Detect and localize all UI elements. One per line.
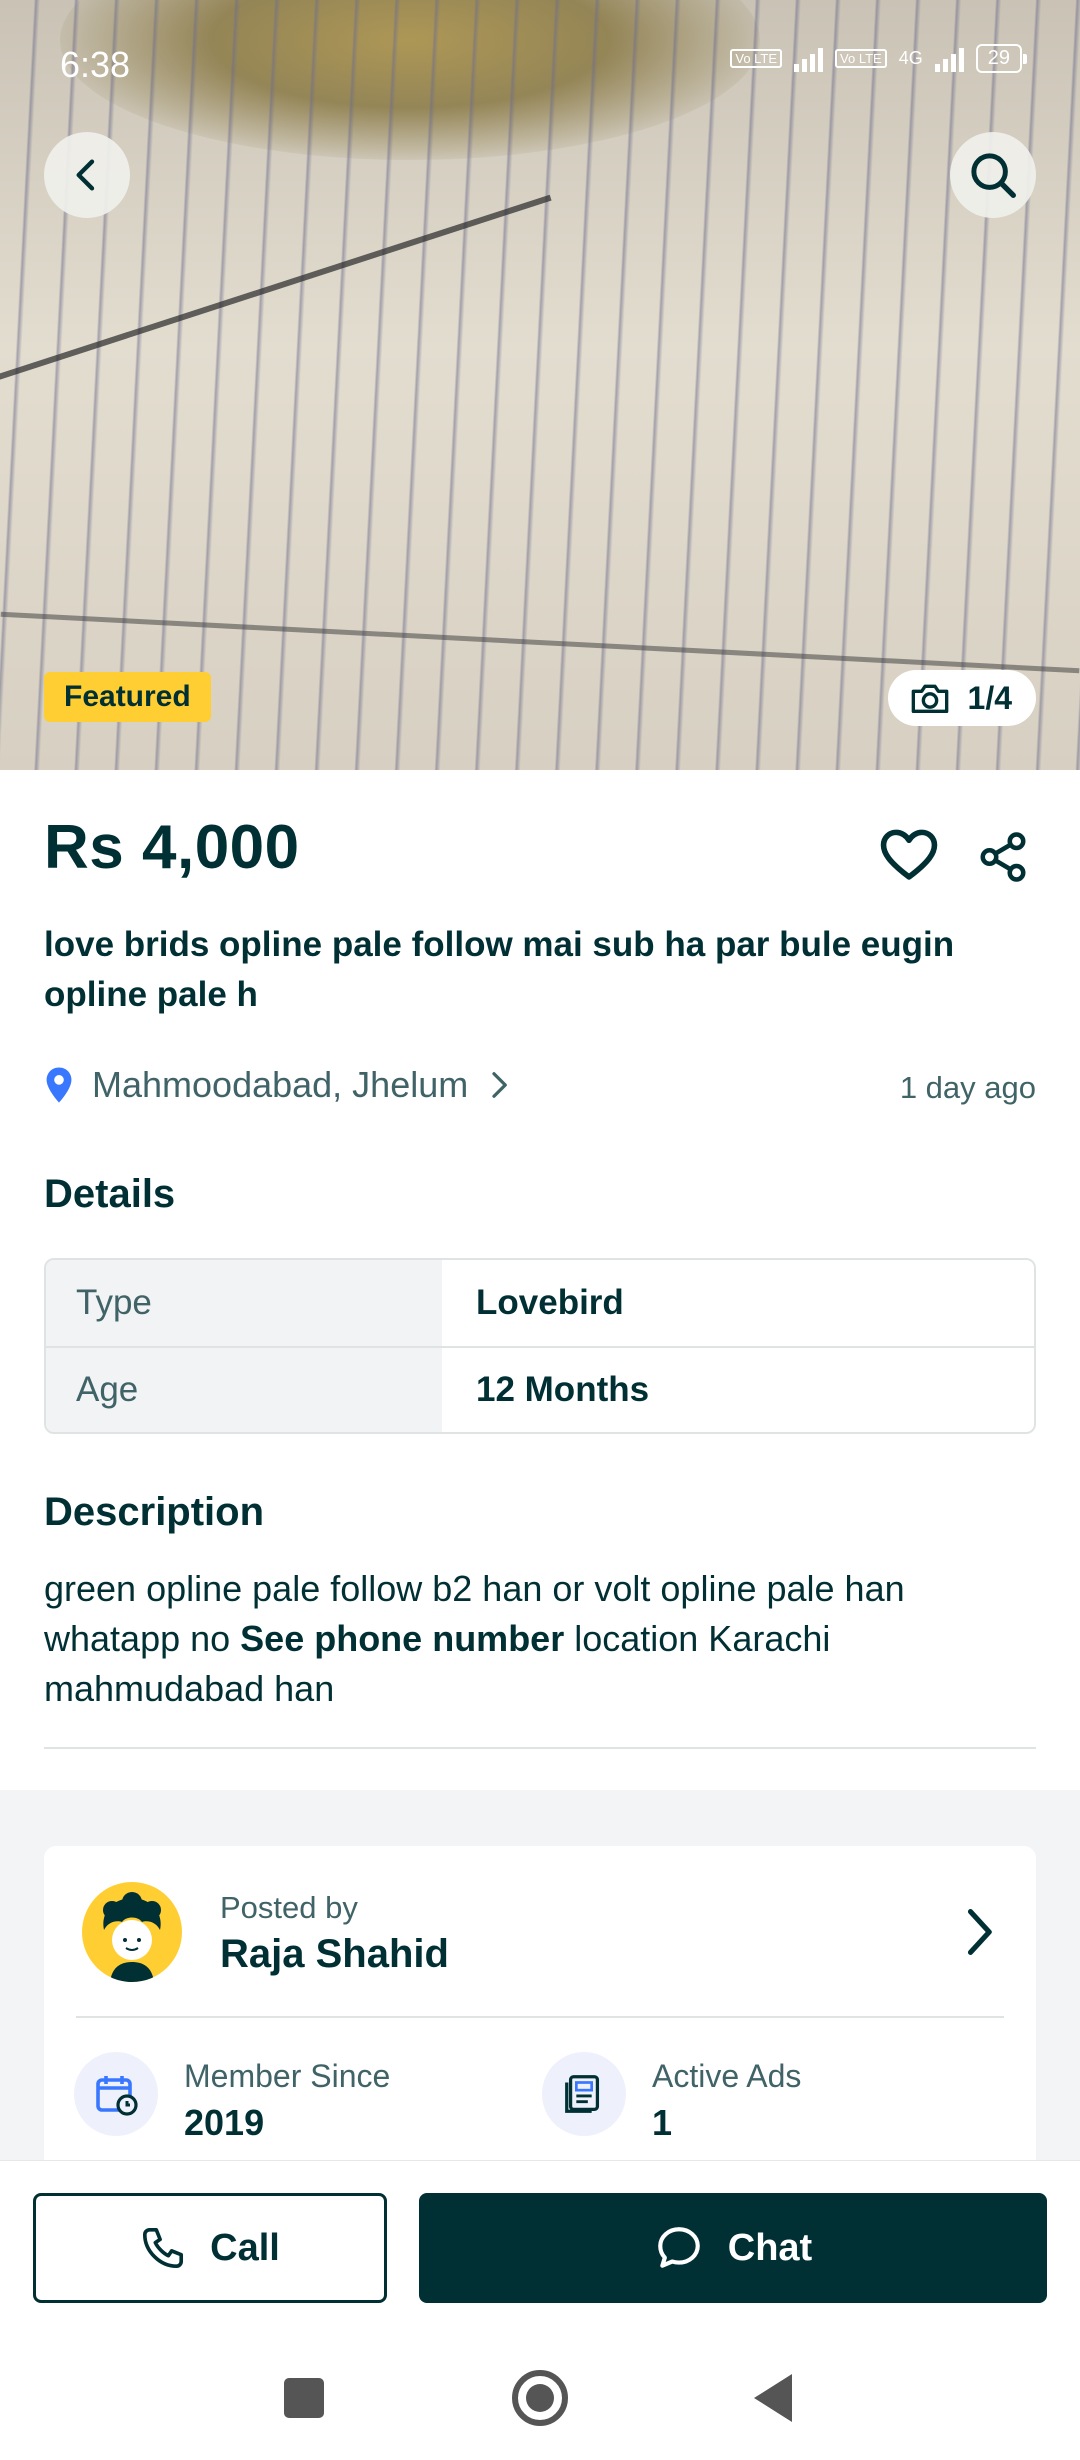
description-heading: Description	[44, 1490, 265, 1534]
network-type: 4G	[898, 48, 923, 68]
divider	[76, 2016, 1004, 2018]
details-value: Lovebird	[442, 1260, 1034, 1346]
member-since-label: Member Since	[184, 2058, 391, 2094]
chevron-left-icon	[76, 159, 95, 191]
ads-icon	[542, 2052, 626, 2136]
details-label: Type	[46, 1260, 442, 1346]
location-pin-icon	[46, 1067, 72, 1103]
description-text: green opline pale follow b2 han or volt …	[44, 1564, 1036, 1714]
chat-bubble-icon	[657, 2227, 700, 2268]
details-value: 12 Months	[442, 1348, 1034, 1432]
chat-label: Chat	[727, 2226, 813, 2269]
photo-counter[interactable]: 1/4	[887, 670, 1036, 726]
chat-button[interactable]: Chat	[419, 2193, 1047, 2303]
chevron-right-icon	[492, 1072, 508, 1098]
featured-badge: Featured	[44, 672, 211, 722]
phone-icon	[143, 2227, 184, 2269]
details-row: Type Lovebird	[46, 1260, 1034, 1346]
seller-name: Raja Shahid	[220, 1932, 449, 1976]
search-button[interactable]	[950, 132, 1036, 218]
heart-icon[interactable]	[878, 826, 940, 882]
signal-icon	[794, 46, 824, 72]
calendar-icon	[74, 2052, 158, 2136]
search-icon	[971, 153, 1016, 198]
back-button[interactable]	[44, 132, 130, 218]
user-avatar-icon	[103, 1892, 161, 1982]
photo-counter-text: 1/4	[967, 679, 1012, 716]
volte-icon: Vo LTE	[835, 49, 887, 68]
status-time: 6:38	[60, 44, 131, 85]
home-button[interactable]	[512, 2370, 568, 2426]
volte-icon: Vo LTE	[730, 49, 783, 68]
signal-icon	[934, 46, 964, 72]
location-text: Mahmoodabad, Jhelum	[92, 1064, 469, 1105]
status-bar: 6:38 Vo LTE Vo LTE 4G 29	[0, 0, 1080, 120]
listing-price: Rs 4,000	[44, 813, 300, 882]
system-back-button[interactable]	[754, 2374, 792, 2422]
active-ads-value: 1	[652, 2102, 673, 2143]
listing-title: love brids opline pale follow mai sub ha…	[44, 925, 955, 1014]
posted-by-label: Posted by	[220, 1890, 358, 1925]
divider	[44, 1747, 1036, 1749]
battery-icon: 29	[975, 44, 1028, 73]
posted-time: 1 day ago	[899, 1070, 1036, 1105]
active-ads-label: Active Ads	[652, 2058, 802, 2094]
camera-icon	[911, 684, 948, 713]
status-icons: Vo LTE Vo LTE 4G 29	[730, 44, 1028, 73]
details-label: Age	[46, 1348, 442, 1432]
chevron-right-icon	[967, 1909, 992, 1955]
see-phone-number-link[interactable]: See phone number	[240, 1618, 564, 1659]
avatar	[82, 1882, 182, 1982]
recents-button[interactable]	[284, 2378, 324, 2418]
member-since-value: 2019	[184, 2102, 265, 2143]
share-icon[interactable]	[976, 830, 1030, 884]
location-link[interactable]: Mahmoodabad, Jhelum	[44, 1064, 512, 1106]
details-row: Age 12 Months	[46, 1346, 1034, 1432]
call-button[interactable]: Call	[33, 2193, 387, 2303]
call-label: Call	[210, 2226, 280, 2269]
seller-card[interactable]: Posted by Raja Shahid Member Since 2019 …	[44, 1846, 1036, 2176]
details-heading: Details	[44, 1172, 176, 1216]
details-table: Type Lovebird Age 12 Months	[44, 1258, 1036, 1434]
